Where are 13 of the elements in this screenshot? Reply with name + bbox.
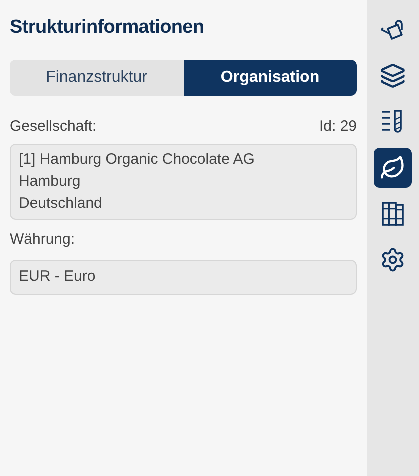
- watering-can-icon: [380, 17, 406, 43]
- currency-field: EUR - Euro: [10, 260, 357, 294]
- leaf-icon: [380, 155, 406, 181]
- layers-icon: [380, 63, 406, 89]
- panel-title: Strukturinformationen: [10, 16, 206, 40]
- company-field: [1] Hamburg Organic Chocolate AG Hamburg Deutschland: [10, 144, 357, 220]
- settings-icon: [380, 247, 406, 273]
- company-id: Id: 29: [319, 116, 357, 136]
- books-icon: [381, 201, 405, 227]
- tab[interactable]: Organisation: [184, 60, 357, 96]
- sidebar-button[interactable]: [374, 148, 412, 188]
- currency-label: Währung:: [10, 230, 76, 250]
- company-label: Gesellschaft:: [10, 116, 97, 136]
